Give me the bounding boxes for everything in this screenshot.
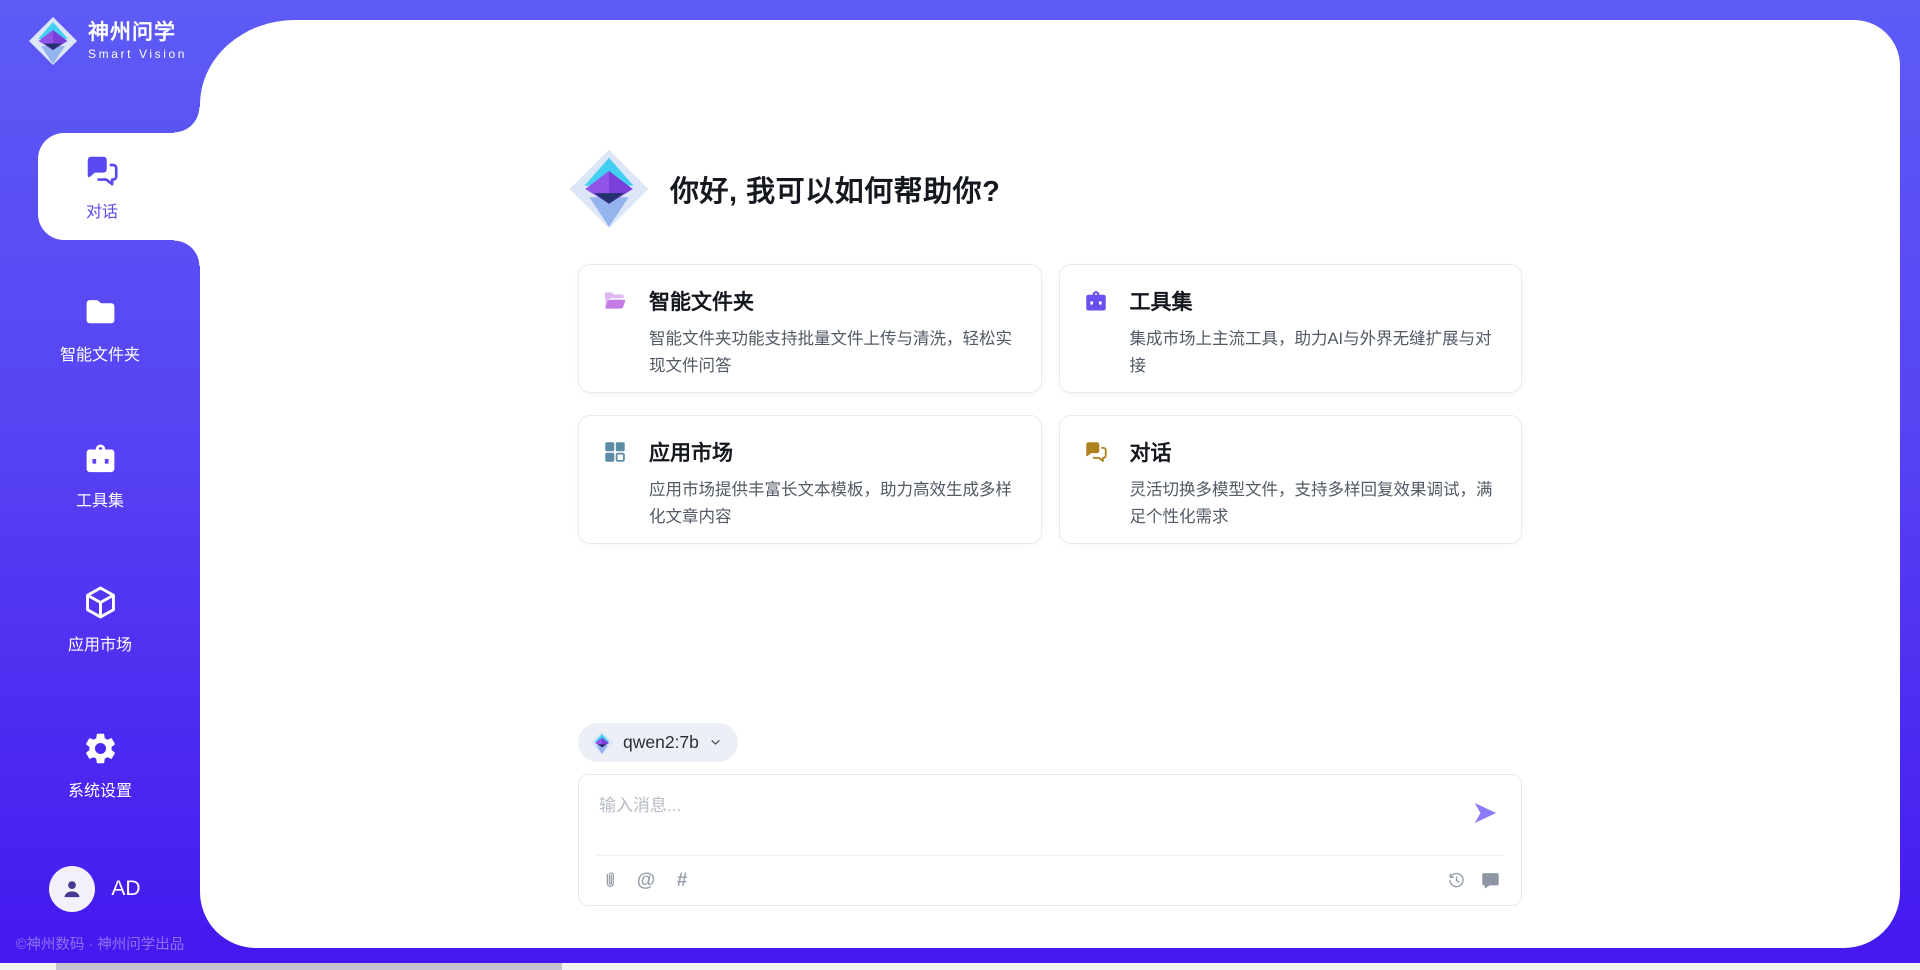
- horizontal-scrollbar[interactable]: [0, 963, 1920, 970]
- copyright: ©神州数码 · 神州问学出品: [0, 933, 200, 954]
- chevron-down-icon: [708, 735, 723, 750]
- folder-icon: [82, 294, 119, 331]
- model-selector[interactable]: qwen2:7b: [578, 723, 738, 762]
- briefcase-icon: [82, 440, 119, 477]
- message-icon: [1480, 870, 1501, 891]
- card-app-market[interactable]: 应用市场 应用市场提供丰富长文本模板，助力高效生成多样化文章内容: [578, 415, 1042, 544]
- greeting-logo-icon: [568, 148, 650, 230]
- sidebar-item-label: 工具集: [76, 487, 124, 511]
- card-description: 集成市场上主流工具，助力AI与外界无缝扩展与对接: [1130, 326, 1498, 380]
- sidebar-item-label: 对话: [86, 198, 118, 222]
- sidebar-item-apps[interactable]: 应用市场: [0, 584, 200, 655]
- card-title: 对话: [1130, 437, 1172, 467]
- send-button[interactable]: [1471, 799, 1499, 827]
- logo-diamond-icon: [28, 16, 78, 66]
- sidebar-item-label: 系统设置: [68, 777, 132, 801]
- card-description: 智能文件夹功能支持批量文件上传与清洗，轻松实现文件问答: [649, 326, 1017, 380]
- mention-button[interactable]: @: [633, 867, 659, 893]
- card-toolset[interactable]: 工具集 集成市场上主流工具，助力AI与外界无缝扩展与对接: [1059, 264, 1523, 393]
- tab-fillet-bottom: [174, 240, 200, 266]
- app-title: 神州问学: [88, 21, 187, 44]
- chat-icon: [1083, 439, 1109, 465]
- attach-button[interactable]: [597, 867, 623, 893]
- composer-toolbar: @ #: [597, 865, 1503, 895]
- gear-icon: [82, 730, 119, 767]
- hash-icon: #: [677, 871, 688, 890]
- sidebar-item-tools[interactable]: 工具集: [0, 440, 200, 511]
- card-chat[interactable]: 对话 灵活切换多模型文件，支持多样回复效果调试，满足个性化需求: [1059, 415, 1523, 544]
- feature-cards: 智能文件夹 智能文件夹功能支持批量文件上传与清洗，轻松实现文件问答 工具集 集成…: [578, 264, 1522, 544]
- card-description: 灵活切换多模型文件，支持多样回复效果调试，满足个性化需求: [1130, 477, 1498, 531]
- sidebar-item-label: 智能文件夹: [60, 341, 140, 365]
- topic-button[interactable]: #: [669, 867, 695, 893]
- chat-icon: [83, 152, 121, 190]
- greeting-title: 你好, 我可以如何帮助你?: [670, 168, 1000, 210]
- card-smart-folder[interactable]: 智能文件夹 智能文件夹功能支持批量文件上传与清洗，轻松实现文件问答: [578, 264, 1042, 393]
- at-icon: @: [637, 871, 656, 890]
- scrollbar-thumb[interactable]: [56, 963, 562, 970]
- app-logo: 神州问学 Smart Vision: [28, 16, 187, 66]
- card-title: 应用市场: [649, 437, 733, 467]
- cube-icon: [82, 584, 119, 621]
- avatar: [49, 866, 95, 912]
- card-title: 工具集: [1130, 286, 1193, 316]
- user-initials: AD: [111, 877, 140, 901]
- sidebar-item-chat[interactable]: 对话: [38, 133, 200, 240]
- card-description: 应用市场提供丰富长文本模板，助力高效生成多样化文章内容: [649, 477, 1017, 531]
- sidebar: 神州问学 Smart Vision 对话 智能文件夹 工具集 应用市场: [0, 0, 200, 970]
- composer-divider: [597, 855, 1503, 856]
- person-icon: [59, 876, 85, 902]
- sidebar-item-label: 应用市场: [68, 631, 132, 655]
- messages-button[interactable]: [1477, 867, 1503, 893]
- history-icon: [1446, 870, 1467, 891]
- main-panel: 你好, 我可以如何帮助你? 智能文件夹 智能文件夹功能支持批量文件: [200, 20, 1900, 948]
- card-title: 智能文件夹: [649, 286, 754, 316]
- grid-icon: [602, 439, 628, 465]
- greeting: 你好, 我可以如何帮助你?: [568, 148, 1522, 230]
- model-logo-icon: [590, 731, 614, 755]
- sidebar-item-settings[interactable]: 系统设置: [0, 730, 200, 801]
- sidebar-item-folders[interactable]: 智能文件夹: [0, 294, 200, 365]
- app-subtitle: Smart Vision: [88, 47, 187, 61]
- composer-area: qwen2:7b: [578, 723, 1522, 906]
- tab-fillet-top: [174, 107, 200, 133]
- paperclip-icon: [600, 870, 621, 891]
- model-name: qwen2:7b: [623, 732, 699, 753]
- folder-open-icon: [602, 288, 628, 314]
- history-button[interactable]: [1443, 867, 1469, 893]
- user-profile[interactable]: AD: [0, 866, 200, 912]
- briefcase-icon: [1083, 288, 1109, 314]
- message-input[interactable]: [597, 789, 1457, 851]
- composer: @ #: [578, 774, 1522, 906]
- send-icon: [1471, 799, 1499, 827]
